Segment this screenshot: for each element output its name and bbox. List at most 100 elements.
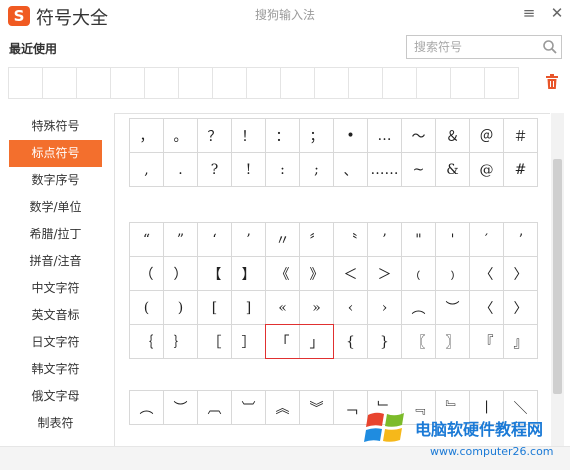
sidebar-item[interactable]: 拼音/注音 bbox=[9, 248, 102, 275]
recent-slot[interactable] bbox=[144, 67, 179, 99]
symbol-cell[interactable]: 「 bbox=[266, 325, 300, 359]
recent-slot[interactable] bbox=[178, 67, 213, 99]
symbol-cell[interactable]: ︹ bbox=[198, 391, 232, 425]
symbol-cell[interactable]: 《 bbox=[266, 257, 300, 291]
symbol-cell[interactable]: ‘ bbox=[198, 223, 232, 257]
symbol-cell[interactable]: 〉 bbox=[504, 257, 538, 291]
symbol-cell[interactable]: ( bbox=[130, 291, 164, 325]
symbol-cell[interactable]: ～ bbox=[402, 119, 436, 153]
symbol-cell[interactable]: 』 bbox=[504, 325, 538, 359]
recent-slot[interactable] bbox=[8, 67, 43, 99]
symbol-cell[interactable]: # bbox=[504, 153, 538, 187]
symbol-cell[interactable]: ︽ bbox=[266, 391, 300, 425]
symbol-cell[interactable]: ： bbox=[266, 119, 300, 153]
symbol-cell[interactable]: 」 bbox=[300, 325, 334, 359]
trash-icon[interactable] bbox=[545, 74, 559, 90]
symbol-cell[interactable]: & bbox=[436, 153, 470, 187]
symbol-cell[interactable]: " bbox=[402, 223, 436, 257]
symbol-cell[interactable]: ? bbox=[198, 153, 232, 187]
symbol-cell[interactable]: 。 bbox=[164, 119, 198, 153]
symbol-cell[interactable]: › bbox=[368, 291, 402, 325]
symbol-cell[interactable]: ＜ bbox=[334, 257, 368, 291]
search-box[interactable] bbox=[406, 35, 562, 59]
search-icon[interactable] bbox=[542, 39, 558, 55]
symbol-cell[interactable]: …… bbox=[368, 153, 402, 187]
symbol-cell[interactable]: [ bbox=[198, 291, 232, 325]
symbol-cell[interactable]: 】 bbox=[232, 257, 266, 291]
symbol-cell[interactable]: ； bbox=[300, 119, 334, 153]
symbol-cell[interactable]: 〞 bbox=[300, 223, 334, 257]
sidebar-item[interactable]: 中文字符 bbox=[9, 275, 102, 302]
symbol-cell[interactable]: 〝 bbox=[334, 223, 368, 257]
symbol-cell[interactable]: ’ bbox=[368, 223, 402, 257]
symbol-cell[interactable]: ｛ bbox=[130, 325, 164, 359]
symbol-cell[interactable]: ＃ bbox=[504, 119, 538, 153]
symbol-cell[interactable]: { bbox=[334, 325, 368, 359]
sidebar-item[interactable]: 韩文字符 bbox=[9, 356, 102, 383]
symbol-cell[interactable]: @ bbox=[470, 153, 504, 187]
symbol-cell[interactable]: ‹ bbox=[334, 291, 368, 325]
symbol-cell[interactable]: ] bbox=[232, 291, 266, 325]
sidebar-item[interactable]: 英文音标 bbox=[9, 302, 102, 329]
sidebar-item[interactable]: 俄文字母 bbox=[9, 383, 102, 410]
symbol-cell[interactable]: 、 bbox=[334, 153, 368, 187]
symbol-cell[interactable]: … bbox=[368, 119, 402, 153]
symbol-cell[interactable]: ﹚ bbox=[436, 257, 470, 291]
symbol-cell[interactable]: ʼ bbox=[504, 223, 538, 257]
symbol-cell[interactable]: ＆ bbox=[436, 119, 470, 153]
symbol-cell[interactable]: ~ bbox=[402, 153, 436, 187]
scrollbar[interactable] bbox=[551, 113, 564, 446]
symbol-cell[interactable]: } bbox=[368, 325, 402, 359]
symbol-cell[interactable]: ！ bbox=[232, 119, 266, 153]
symbol-cell[interactable]: ？ bbox=[198, 119, 232, 153]
recent-slot[interactable] bbox=[212, 67, 247, 99]
symbol-cell[interactable]: ［ bbox=[198, 325, 232, 359]
symbol-cell[interactable]: （ bbox=[130, 257, 164, 291]
close-icon[interactable]: ✕ bbox=[547, 3, 567, 23]
symbol-cell[interactable]: , bbox=[130, 153, 164, 187]
symbol-cell[interactable]: ︵ bbox=[130, 391, 164, 425]
symbol-cell[interactable]: ｝ bbox=[164, 325, 198, 359]
symbol-cell[interactable]: . bbox=[164, 153, 198, 187]
symbol-cell[interactable]: 》 bbox=[300, 257, 334, 291]
symbol-cell[interactable]: 〗 bbox=[436, 325, 470, 359]
symbol-cell[interactable]: ’ bbox=[232, 223, 266, 257]
symbol-cell[interactable]: ︾ bbox=[300, 391, 334, 425]
recent-slot[interactable] bbox=[348, 67, 383, 99]
symbol-cell[interactable]: ﹁ bbox=[334, 391, 368, 425]
sidebar-item[interactable]: 标点符号 bbox=[9, 140, 102, 167]
recent-slot[interactable] bbox=[450, 67, 485, 99]
symbol-cell[interactable]: ︺ bbox=[232, 391, 266, 425]
symbol-cell[interactable]: ︶ bbox=[436, 291, 470, 325]
recent-slot[interactable] bbox=[246, 67, 281, 99]
symbol-cell[interactable]: “ bbox=[130, 223, 164, 257]
symbol-cell[interactable]: 【 bbox=[198, 257, 232, 291]
symbol-cell[interactable]: ） bbox=[164, 257, 198, 291]
symbol-cell[interactable]: ］ bbox=[232, 325, 266, 359]
symbol-cell[interactable]: ' bbox=[436, 223, 470, 257]
symbol-cell[interactable]: ﹙ bbox=[402, 257, 436, 291]
sidebar-item[interactable]: 数学/单位 bbox=[9, 194, 102, 221]
sidebar-item[interactable]: 希腊/拉丁 bbox=[9, 221, 102, 248]
symbol-cell[interactable]: 〉 bbox=[504, 291, 538, 325]
sidebar-item[interactable]: 特殊符号 bbox=[9, 113, 102, 140]
recent-slot[interactable] bbox=[314, 67, 349, 99]
symbol-cell[interactable]: ′ bbox=[470, 223, 504, 257]
symbol-cell[interactable]: ) bbox=[164, 291, 198, 325]
symbol-cell[interactable]: ︵ bbox=[402, 291, 436, 325]
symbol-cell[interactable]: ! bbox=[232, 153, 266, 187]
symbol-cell[interactable]: ＠ bbox=[470, 119, 504, 153]
symbol-cell[interactable]: » bbox=[300, 291, 334, 325]
scrollbar-thumb[interactable] bbox=[553, 159, 562, 394]
symbol-cell[interactable]: 〈 bbox=[470, 291, 504, 325]
symbol-cell[interactable]: 〈 bbox=[470, 257, 504, 291]
recent-slot[interactable] bbox=[484, 67, 519, 99]
symbol-cell[interactable]: ” bbox=[164, 223, 198, 257]
recent-slot[interactable] bbox=[280, 67, 315, 99]
symbol-cell[interactable]: 〃 bbox=[266, 223, 300, 257]
sidebar-item[interactable]: 数字序号 bbox=[9, 167, 102, 194]
search-input[interactable] bbox=[407, 36, 537, 58]
recent-slot[interactable] bbox=[110, 67, 145, 99]
menu-icon[interactable]: ≡ bbox=[519, 3, 539, 23]
recent-slot[interactable] bbox=[76, 67, 111, 99]
